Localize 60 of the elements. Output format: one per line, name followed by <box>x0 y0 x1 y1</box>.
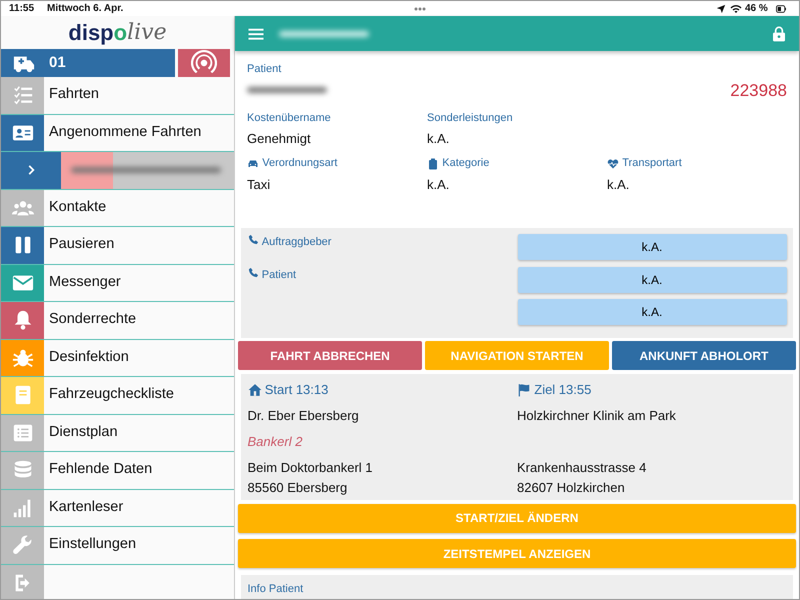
sidebar-item[interactable]: Einstellungen <box>1 527 234 564</box>
sidebar-item[interactable]: Fahrzeugcheckliste <box>1 377 234 414</box>
sidebar-item[interactable]: Sonderrechte <box>1 302 234 340</box>
sidebar-item[interactable]: Kartenleser <box>1 490 234 527</box>
field-value: k.A. <box>607 176 630 194</box>
field-label: Patient <box>247 62 282 77</box>
sidebar-item[interactable]: Kontakte <box>1 190 234 227</box>
location-name: Holzkirchner Klinik am Park <box>517 407 677 425</box>
phone-icon <box>248 266 258 278</box>
action-button[interactable]: FAHRT ABBRECHEN <box>238 341 422 370</box>
broadcast-icon <box>191 50 217 76</box>
route-time: Start 13:13 <box>264 381 328 399</box>
address-line: 85560 Ebersberg <box>248 478 348 497</box>
wifi-icon <box>730 2 742 14</box>
field-label: Transportart <box>622 156 682 172</box>
phone-number-button[interactable]: k.A. <box>518 266 786 292</box>
sidebar-item[interactable] <box>1 152 234 190</box>
field-label: Kostenübername <box>247 110 331 126</box>
address-line: 82607 Holzkirchen <box>517 478 626 496</box>
contact-label: Patient <box>262 268 296 282</box>
phone-icon <box>248 234 258 245</box>
location-arrow-icon <box>716 4 726 14</box>
app-logo: dispolive <box>67 19 168 47</box>
location-name: Dr. Eber Ebersberg <box>248 407 360 425</box>
address-line: Beim Doktorbankerl 1 <box>248 459 374 477</box>
phone-number-button[interactable]: k.A. <box>518 299 786 325</box>
field-value: k.A. <box>427 130 450 148</box>
wrench-icon <box>12 534 34 556</box>
sidebar-item[interactable]: Pausieren <box>1 227 234 264</box>
house-icon <box>248 382 262 397</box>
field-label: Sonderleistungen <box>427 110 513 126</box>
battery-level: 46 % <box>744 2 768 16</box>
contact-label: Auftraggbeber <box>262 235 332 250</box>
address-line: Krankenhausstrasse 4 <box>517 459 648 477</box>
route-time: Ziel 13:55 <box>534 381 592 399</box>
field-label: Kategorie <box>442 156 490 172</box>
field-value: Genehmigt <box>247 130 312 148</box>
action-button[interactable]: ANKUNFT ABHOLORT <box>612 341 796 370</box>
status-time: 11:55 <box>9 2 34 16</box>
phone-number-button[interactable]: k.A. <box>518 234 786 260</box>
order-number: 223988 <box>730 80 787 102</box>
clipboard-icon <box>427 158 439 170</box>
sidebar-item[interactable]: Dienstplan <box>1 414 234 452</box>
section-label: Info Patient <box>248 582 304 597</box>
status-date: Mittwoch 6. Apr. <box>47 2 124 16</box>
broadcast-button[interactable] <box>178 49 230 77</box>
car-icon <box>247 158 259 170</box>
sidebar-item[interactable]: Desinfektion <box>1 340 234 377</box>
vehicle-number: 01 <box>49 52 66 73</box>
field-value: k.A. <box>427 176 450 194</box>
sidebar-item[interactable]: Messenger <box>1 264 234 302</box>
lock-icon <box>771 24 787 42</box>
field-value: Taxi <box>247 176 272 194</box>
heartbeat-icon <box>607 158 619 170</box>
checklist-icon <box>12 84 34 106</box>
field-label: Verordnungsart <box>262 156 338 172</box>
location-note: Bankerl 2 <box>248 433 304 451</box>
sidebar-item[interactable]: Fehlende Daten <box>1 452 234 490</box>
sidebar-item[interactable]: Fahrten <box>1 77 234 114</box>
flag-icon <box>517 382 531 397</box>
